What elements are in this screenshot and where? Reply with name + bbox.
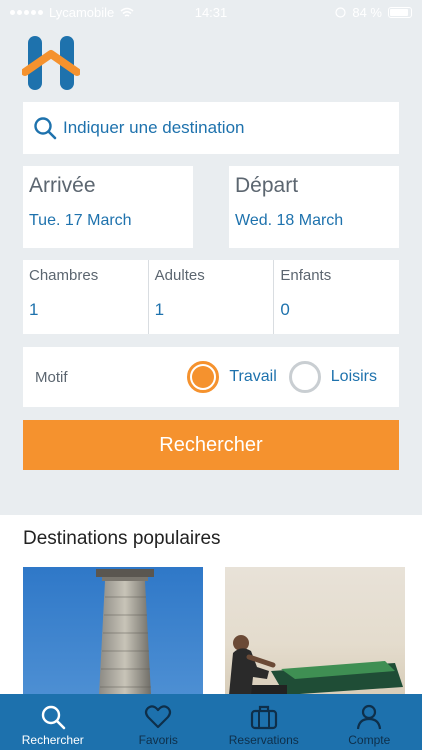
children-label: Enfants bbox=[280, 267, 332, 284]
rooms-label: Chambres bbox=[29, 267, 99, 284]
adults-value: 1 bbox=[154, 300, 165, 319]
destination-tile-jetski[interactable] bbox=[225, 567, 405, 695]
status-time: 14:31 bbox=[194, 4, 228, 20]
tab-compte-label: Compte bbox=[348, 733, 391, 747]
tab-compte[interactable]: Compte bbox=[317, 694, 422, 750]
radio-travail[interactable] bbox=[187, 361, 220, 393]
destination-search-field[interactable]: Indiquer une destination bbox=[23, 102, 399, 154]
children-selector[interactable]: Enfants 0 bbox=[274, 260, 399, 334]
radio-travail-label[interactable]: Travail bbox=[229, 368, 276, 386]
popular-destinations-title: Destinations populaires bbox=[23, 528, 221, 549]
arrival-label: Arrivée bbox=[29, 174, 96, 197]
tab-rechercher[interactable]: Rechercher bbox=[0, 694, 106, 750]
search-icon bbox=[34, 117, 57, 140]
user-icon bbox=[357, 704, 382, 730]
departure-date-picker[interactable]: Départ Wed. 18 March bbox=[229, 166, 399, 248]
heart-icon bbox=[145, 705, 172, 729]
tab-favoris[interactable]: Favoris bbox=[106, 694, 212, 750]
rooms-selector[interactable]: Chambres 1 bbox=[23, 260, 149, 334]
bottom-tab-bar: Rechercher Favoris Reservations Compte bbox=[0, 694, 422, 750]
arrival-date-picker[interactable]: Arrivée Tue. 17 March bbox=[23, 166, 193, 248]
guest-counts: Chambres 1 Adultes 1 Enfants 0 bbox=[23, 260, 399, 334]
lighthouse-image bbox=[96, 569, 154, 695]
destination-placeholder: Indiquer une destination bbox=[63, 118, 245, 137]
tab-rechercher-label: Rechercher bbox=[21, 733, 84, 747]
app-logo bbox=[22, 36, 80, 90]
popular-destinations: Destinations populaires bbox=[0, 515, 422, 695]
departure-label: Départ bbox=[235, 174, 299, 197]
tab-reservations[interactable]: Reservations bbox=[211, 694, 317, 750]
trip-purpose: Motif Travail Loisirs bbox=[23, 347, 399, 407]
briefcase-icon bbox=[250, 705, 277, 730]
radio-loisirs[interactable] bbox=[288, 361, 321, 393]
radio-loisirs-label[interactable]: Loisirs bbox=[331, 368, 377, 386]
battery-icon bbox=[388, 6, 412, 18]
arrival-value: Tue. 17 March bbox=[29, 212, 132, 229]
search-icon bbox=[41, 705, 66, 730]
jetski-image bbox=[229, 635, 403, 695]
adults-selector[interactable]: Adultes 1 bbox=[149, 260, 275, 334]
trip-purpose-label: Motif bbox=[35, 368, 68, 386]
departure-value: Wed. 18 March bbox=[235, 212, 344, 229]
search-button[interactable]: Rechercher bbox=[23, 420, 399, 470]
adults-label: Adultes bbox=[154, 267, 205, 284]
rooms-value: 1 bbox=[29, 300, 39, 319]
status-bar: Lycamobile 14:31 84 % bbox=[0, 0, 422, 24]
destination-tile-lighthouse[interactable] bbox=[23, 567, 203, 695]
tab-reservations-label: Reservations bbox=[228, 733, 299, 747]
children-value: 0 bbox=[280, 300, 290, 319]
tab-favoris-label: Favoris bbox=[138, 733, 178, 747]
